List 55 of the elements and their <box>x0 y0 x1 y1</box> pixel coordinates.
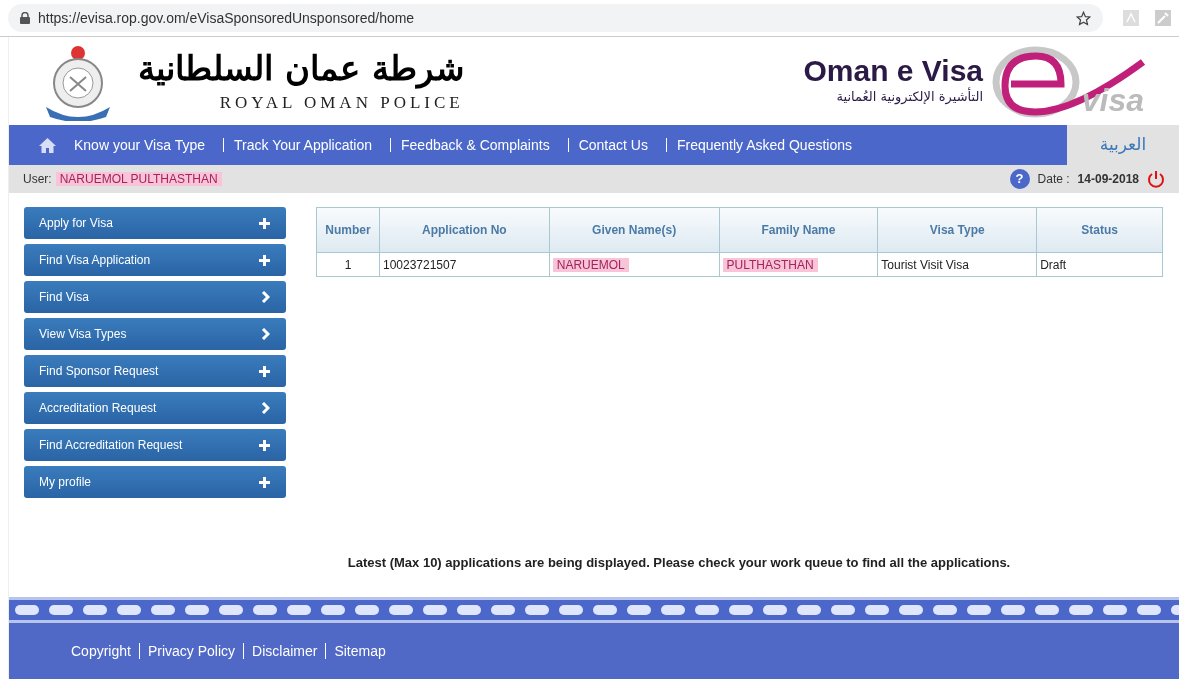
sidebar-menu-button[interactable]: Find Visa Application <box>24 244 286 276</box>
column-header: Status <box>1036 207 1163 253</box>
sidebar-menu-button[interactable]: Find Sponsor Request <box>24 355 286 387</box>
notice-text: Latest (Max 10) applications are being displayed. Please check your work queue to find all the applications. <box>346 554 1011 572</box>
address-bar[interactable]: https://evisa.rop.gov.om/eVisaSponsoredUnsponsored/home <box>8 4 1103 32</box>
user-name: NARUEMOL PULTHASTHAN <box>55 172 222 186</box>
date-label: Date : <box>1037 171 1070 188</box>
nav-link[interactable]: Track Your Application <box>234 134 373 156</box>
column-header: Given Name(s) <box>549 207 719 253</box>
footer-link[interactable]: Sitemap <box>334 640 386 662</box>
help-button[interactable]: ? <box>1009 169 1030 189</box>
nav-link[interactable]: Frequently Asked Questions <box>676 134 853 156</box>
column-header: Number <box>316 207 380 253</box>
star-icon[interactable] <box>1076 10 1091 26</box>
column-header: Application No <box>379 207 550 253</box>
date-value: 14-09-2018 <box>1077 171 1139 188</box>
footer-link[interactable]: Disclaimer <box>252 640 318 662</box>
sidebar-menu-button[interactable]: My profile <box>24 466 286 498</box>
plus-icon <box>259 476 270 488</box>
url-text: https://evisa.rop.gov.om/eVisaSponsoredUnsponsored/home <box>38 8 416 28</box>
plus-icon <box>259 439 270 451</box>
user-label: User: <box>23 171 52 188</box>
language-tab[interactable]: العربية <box>1067 125 1179 165</box>
chevron-right-icon <box>261 402 270 414</box>
power-icon[interactable] <box>1147 170 1165 188</box>
table-cell: 10023721507 <box>382 257 457 272</box>
sidebar-menu-button[interactable]: Accreditation Request <box>24 392 286 424</box>
evisa-title: Oman e Visa <box>803 55 983 88</box>
plus-icon <box>259 254 270 266</box>
chevron-right-icon <box>261 291 270 303</box>
police-arabic-title: شرطة عمان السلطانية <box>138 47 464 91</box>
police-english-title: ROYAL OMAN POLICE <box>219 92 464 115</box>
table-cell: 1 <box>344 257 352 272</box>
sidebar-menu-button[interactable]: Apply for Visa <box>24 207 286 239</box>
home-icon[interactable] <box>39 137 56 153</box>
sidebar-menu-button[interactable]: View Visa Types <box>24 318 286 350</box>
table-cell: Tourist Visit Visa <box>881 257 969 272</box>
footer-link[interactable]: Copyright <box>71 640 131 662</box>
evisa-arabic-subtitle: التأشيرة الإلكترونية العُمانية <box>836 87 983 107</box>
plus-icon <box>259 217 270 229</box>
chevron-right-icon <box>261 328 270 340</box>
table-cell: PULTHASTHAN <box>722 257 818 272</box>
column-header: Visa Type <box>877 207 1037 253</box>
evisa-logo: visa <box>991 44 1146 118</box>
sidebar-menu-button[interactable]: Find Visa <box>24 281 286 313</box>
column-header: Family Name <box>719 207 878 253</box>
footer-link[interactable]: Privacy Policy <box>147 640 236 662</box>
nav-link[interactable]: Contact Us <box>578 134 648 156</box>
lock-icon <box>20 12 30 24</box>
nav-link[interactable]: Feedback & Complaints <box>401 134 550 156</box>
table-cell: Draft <box>1040 257 1067 272</box>
nav-link[interactable]: Know your Visa Type <box>74 134 205 156</box>
table-cell: NARUEMOL <box>552 257 629 272</box>
plus-icon <box>259 365 270 377</box>
sidebar-menu-button[interactable]: Find Accreditation Request <box>24 429 286 461</box>
